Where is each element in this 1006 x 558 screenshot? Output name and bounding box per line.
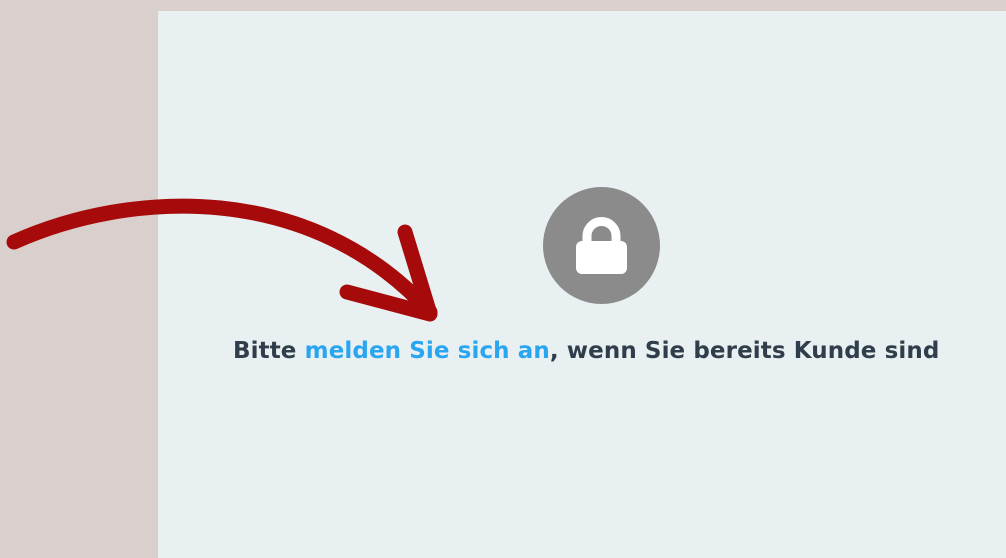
- notice-prefix: Bitte: [233, 338, 305, 364]
- login-notice: Bitte melden Sie sich an, wenn Sie berei…: [233, 338, 993, 364]
- login-link[interactable]: melden Sie sich an: [305, 338, 550, 364]
- notice-suffix: , wenn Sie bereits Kunde sind: [549, 338, 940, 364]
- lock-icon: [576, 217, 627, 274]
- lock-badge: [543, 187, 660, 304]
